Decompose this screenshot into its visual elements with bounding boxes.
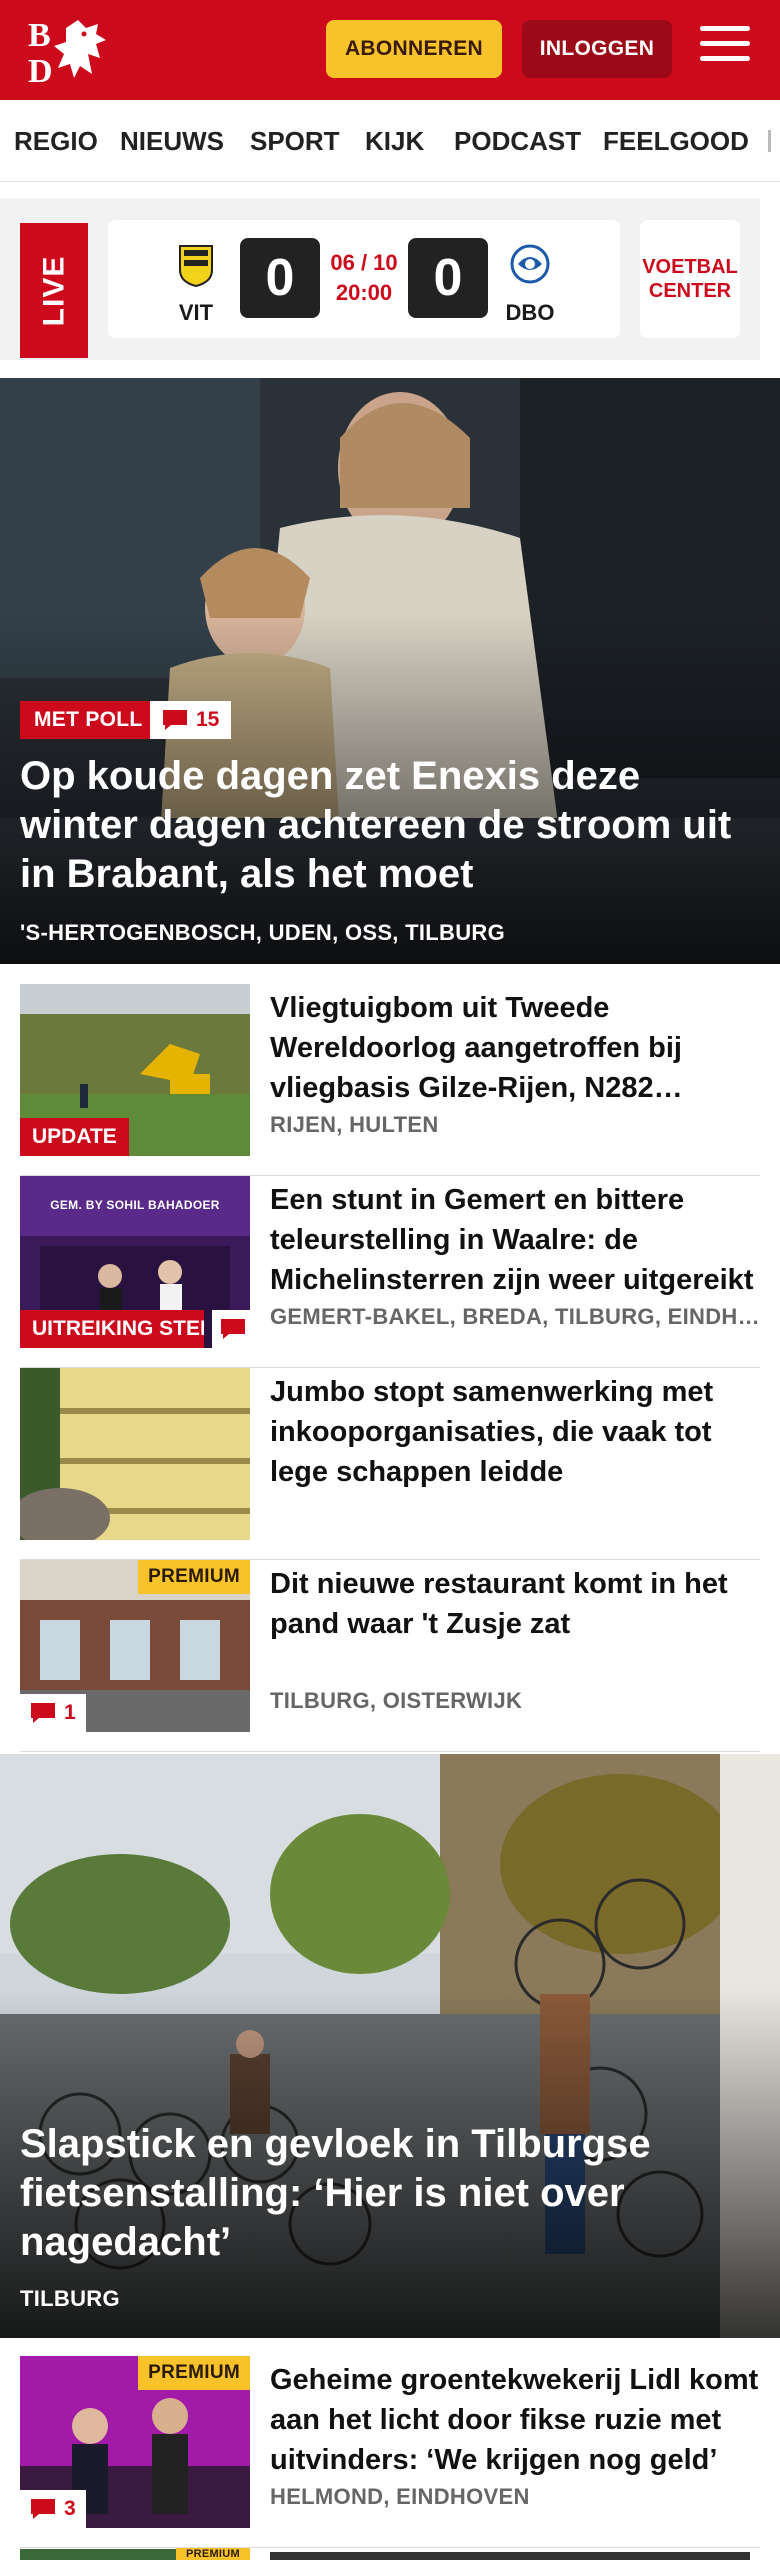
nav-item-kijk[interactable]: KIJK (365, 126, 424, 157)
list-item[interactable]: Jumbo stopt samenwerking met inkooporgan… (20, 1368, 760, 1560)
article-locations: Gemert-Bakel, Breda, Tilburg, Eindhoven (270, 1304, 760, 1329)
den-bosch-crest-icon (510, 244, 550, 284)
article-thumbnail: PREMIUM (20, 2548, 250, 2560)
article-title[interactable]: Jumbo stopt samenwerking met inkooporgan… (270, 1372, 760, 1492)
hero-headline[interactable]: Op koude dagen zet Enexis deze winter da… (20, 752, 760, 899)
thumb-caption: GEM. BY SOHIL BAHADOER (50, 1198, 220, 1212)
article-thumbnail: PREMIUM 3 (20, 2356, 250, 2528)
nav-item-podcast[interactable]: PODCAST (454, 126, 581, 157)
premium-badge: PREMIUM (138, 1560, 250, 1594)
voetbal-center-link[interactable]: VOETBAL CENTER (640, 220, 740, 338)
article-title[interactable]: Dit nieuwe restaurant komt in het pand w… (270, 1564, 760, 1644)
home-score: 0 (240, 238, 320, 318)
premium-badge: PREMIUM (175, 2548, 250, 2560)
ceremony-label: UITREIKING STERREN (20, 1310, 204, 1348)
article-thumbnail: PREMIUM 1 (20, 1560, 250, 1732)
article-thumbnail: UPDATE (20, 984, 250, 1156)
subscribe-button[interactable]: ABONNEREN (326, 20, 502, 78)
poll-badge: MET POLL (20, 701, 157, 739)
bd-logo[interactable]: B D (26, 14, 116, 90)
comment-badge[interactable]: 3 (20, 2490, 86, 2528)
article-locations: Rijen, Hulten (270, 1112, 439, 1137)
comment-icon (31, 1703, 55, 1723)
top-bar: B D ABONNEREN INLOGGEN (0, 0, 780, 100)
article-locations: Helmond, Eindhoven (270, 2484, 530, 2509)
section-nav: REGIO NIEUWS SPORT KIJK PODCAST FEELGOOD (0, 100, 780, 182)
live-badge: LIVE (20, 223, 88, 358)
svg-text:D: D (28, 53, 53, 86)
vitesse-crest-icon (179, 245, 213, 288)
nav-item-sport[interactable]: SPORT (250, 126, 340, 157)
nav-item-regio[interactable]: REGIO (14, 126, 98, 157)
update-label: UPDATE (20, 1118, 129, 1156)
article-title[interactable]: Een stunt in Gemert en bittere teleurste… (270, 1180, 760, 1300)
comment-icon (221, 1319, 245, 1339)
away-team: DBO (500, 242, 560, 326)
comment-icon (163, 710, 187, 730)
list-item[interactable]: PREMIUM 1 Dit nieuwe restaurant komt in … (20, 1560, 760, 1752)
premium-badge: PREMIUM (138, 2356, 250, 2390)
home-team-name: VIT (178, 300, 214, 325)
away-team-name: DBO (505, 300, 555, 325)
list-item[interactable]: GEM. BY SOHIL BAHADOER UITREIKING STERRE… (20, 1176, 760, 1368)
menu-icon[interactable] (700, 26, 750, 70)
list-item[interactable]: PREMIUM (20, 2548, 760, 2560)
login-button[interactable]: INLOGGEN (522, 20, 672, 78)
nav-item-nieuws[interactable]: NIEUWS (120, 126, 224, 157)
article-title-partial[interactable] (270, 2552, 750, 2560)
article-thumbnail: GEM. BY SOHIL BAHADOER UITREIKING STERRE… (20, 1176, 250, 1348)
article-title[interactable]: Geheime groentekwekerij Lidl komt aan he… (270, 2360, 760, 2480)
list-item[interactable]: UPDATE Vliegtuigbom uit Tweede Wereldoor… (20, 984, 760, 1176)
article-thumbnail (20, 1368, 250, 1540)
hero-comment-count[interactable]: 15 (150, 701, 232, 739)
hero-article-2[interactable]: Slapstick en gevloek in Tilburgse fietse… (0, 1754, 780, 2338)
list-item[interactable]: PREMIUM 3 Geheime groentekwekerij Lidl k… (20, 2356, 760, 2548)
nav-overflow-indicator (768, 130, 771, 152)
away-score: 0 (408, 238, 488, 318)
comment-badge[interactable] (212, 1310, 250, 1348)
match-datetime: 06 / 10 20:00 (318, 248, 410, 308)
hero-article[interactable]: MET POLL 15 Op koude dagen zet Enexis de… (0, 378, 780, 964)
match-time: 20:00 (335, 280, 393, 305)
hero-headline[interactable]: Slapstick en gevloek in Tilburgse fietse… (20, 2120, 760, 2267)
article-locations: Tilburg, Oisterwijk (270, 1688, 523, 1713)
hero-locations: Tilburg (20, 2286, 120, 2311)
hero-locations: 's-Hertogenbosch, Uden, Oss, Tilburg (20, 920, 505, 945)
comment-icon (31, 2499, 55, 2519)
match-date: 06 / 10 (330, 250, 398, 275)
svg-text:B: B (28, 17, 51, 54)
nav-item-feelgood[interactable]: FEELGOOD (603, 126, 749, 157)
comment-badge[interactable]: 1 (20, 1694, 86, 1732)
home-team: VIT (166, 242, 226, 326)
article-title[interactable]: Vliegtuigbom uit Tweede Wereldoorlog aan… (270, 988, 760, 1108)
match-card[interactable]: VIT 0 06 / 10 20:00 0 DBO (108, 220, 620, 338)
